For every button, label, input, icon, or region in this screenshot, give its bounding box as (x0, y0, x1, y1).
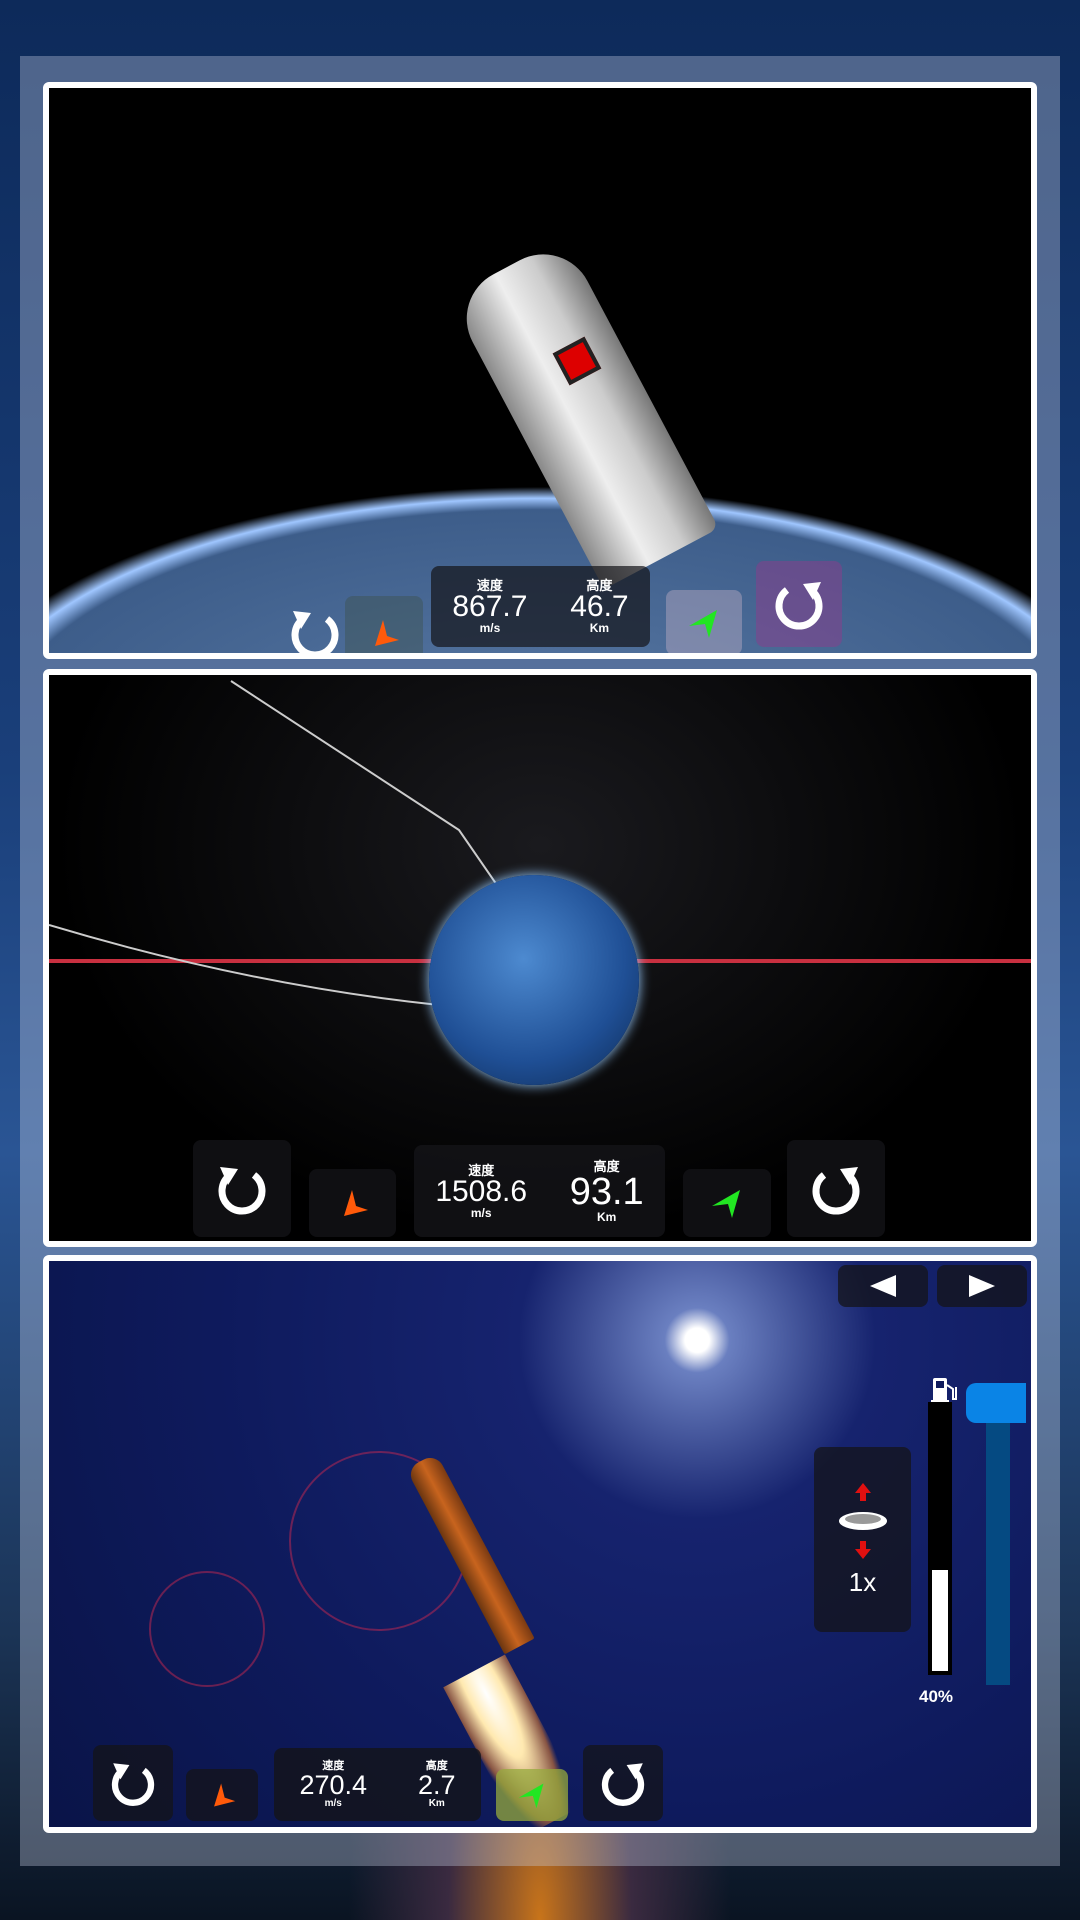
speed-unit: m/s (479, 621, 501, 635)
rotate-right-button[interactable] (756, 561, 842, 647)
view-panel-orbit-map: 速度 1508.6 m/s 高度 93.1 Km (43, 669, 1037, 1247)
fuel-gauge (928, 1402, 952, 1675)
view-panel-launch: 1x 40% 速度 270.4 m/s 高度 2.7 Km (43, 1255, 1037, 1833)
orange-arrow-icon (214, 1783, 236, 1807)
fuel-percent-label: 40% (919, 1687, 954, 1706)
telemetry-readout: 速度 1508.6 m/s 高度 93.1 Km (414, 1145, 665, 1237)
earth-globe (429, 875, 639, 1085)
speed-value: 270.4 (299, 1769, 368, 1800)
rotate-left-icon (218, 1166, 266, 1214)
rotate-left-icon (291, 611, 339, 653)
throttle-slider-track[interactable] (986, 1415, 1010, 1685)
steer-left-button[interactable] (309, 1169, 396, 1237)
rocket-capsule (449, 236, 719, 590)
view-panel-orbit-close: 速度 867.7 m/s 高度 46.7 Km (43, 82, 1037, 659)
rotate-left-button[interactable] (93, 1745, 173, 1821)
altitude-unit: Km (428, 1797, 445, 1809)
altitude-value: 46.7 (570, 590, 629, 623)
rotate-right-button[interactable] (583, 1745, 663, 1821)
altitude-value: 2.7 (417, 1769, 456, 1800)
steer-right-button[interactable] (666, 590, 742, 653)
speed-unit: m/s (470, 1205, 492, 1220)
altitude-unit: Km (597, 1209, 617, 1224)
orange-arrow-icon (375, 619, 399, 646)
zoom-control[interactable]: 1x (814, 1447, 911, 1632)
green-arrow-icon (518, 1783, 544, 1809)
rotate-left-button[interactable] (275, 593, 355, 653)
rotate-right-icon (812, 1166, 860, 1214)
steer-left-button[interactable] (186, 1769, 258, 1821)
target-ring (149, 1571, 265, 1687)
telemetry-readout: 速度 270.4 m/s 高度 2.7 Km (274, 1748, 481, 1821)
altitude-value: 93.1 (569, 1170, 644, 1213)
rotate-left-icon (111, 1763, 155, 1806)
zoom-camera-icon (838, 1483, 887, 1559)
speed-unit: m/s (324, 1797, 342, 1809)
zoom-level: 1x (848, 1567, 877, 1597)
speed-value: 1508.6 (435, 1174, 528, 1208)
rotate-right-icon (601, 1763, 645, 1806)
rotate-left-button[interactable] (193, 1140, 291, 1237)
speed-value: 867.7 (452, 590, 528, 623)
next-view-button[interactable] (937, 1265, 1027, 1307)
green-arrow-icon (689, 609, 717, 638)
steer-left-button[interactable] (345, 596, 423, 653)
rotate-right-button[interactable] (787, 1140, 885, 1237)
triangle-right-icon (969, 1275, 995, 1297)
fuel-pump-icon (931, 1378, 957, 1403)
rotate-right-icon (775, 582, 823, 630)
previous-view-button[interactable] (838, 1265, 928, 1307)
fuel-gauge-fill (932, 1569, 948, 1671)
triangle-left-icon (870, 1275, 896, 1297)
steer-right-button[interactable] (496, 1769, 568, 1821)
steer-right-button[interactable] (683, 1169, 771, 1237)
altitude-unit: Km (589, 621, 610, 635)
telemetry-readout: 速度 867.7 m/s 高度 46.7 Km (431, 566, 650, 647)
orange-arrow-icon (343, 1190, 368, 1216)
green-arrow-icon (712, 1190, 740, 1218)
throttle-slider-handle[interactable] (966, 1383, 1026, 1423)
